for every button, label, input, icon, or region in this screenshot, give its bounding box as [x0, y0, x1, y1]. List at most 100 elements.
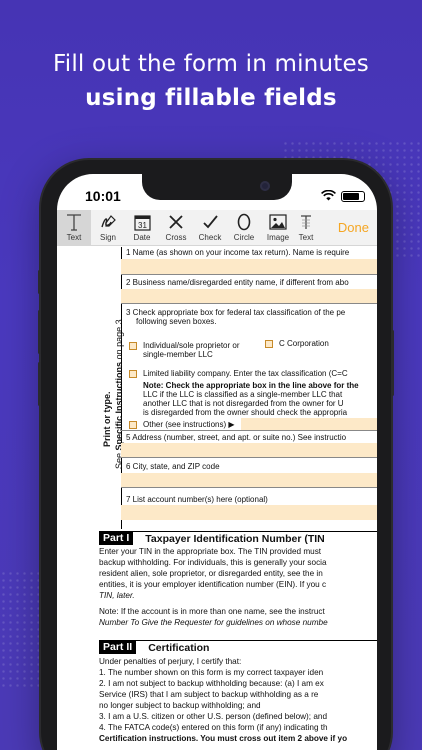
field-row-1: 1 Name (as shown on your income tax retu… [121, 247, 377, 275]
phone-screen: 10:01 Text Sign 31 Date Cross Check Circ… [57, 174, 377, 750]
field-row-7: 7 List account number(s) here (optional) [121, 488, 377, 521]
part-1-note-line: Note: If the account is in more than one… [99, 607, 325, 616]
part-2-line: no longer subject to backup withholding;… [99, 701, 261, 710]
field-row-2: 2 Business name/disregarded entity name,… [121, 275, 377, 304]
headline-line-2: using fillable fields [85, 85, 337, 111]
part-2-tag: Part II [99, 641, 137, 654]
checkbox-llc[interactable] [129, 369, 137, 378]
part-1-note: Note: If the account is in more than one… [99, 606, 377, 628]
llc-note-text-1: Note: Check the appropriate box in the l… [143, 381, 359, 390]
done-button[interactable]: Done [330, 220, 377, 235]
battery-icon [341, 190, 365, 202]
tool-label: Sign [99, 233, 116, 242]
headline-line-1: Fill out the form in minutes [53, 51, 369, 77]
checkbox-ccorp-row: C Corporation [265, 339, 329, 348]
text-format-icon [299, 212, 313, 232]
tool-label: Check [198, 233, 222, 242]
field-row-5: 5 Address (number, street, and apt. or s… [121, 431, 377, 458]
side-text-print: Print or type. [102, 391, 112, 447]
name-input[interactable] [121, 259, 377, 274]
w9-form-document: Print or type. See Specific Instructions… [57, 247, 377, 750]
mute-switch [38, 270, 41, 294]
field-label-name: 1 Name (as shown on your income tax retu… [126, 248, 350, 257]
calendar-day: 31 [138, 221, 147, 230]
llc-note-line-3: another LLC that is not disregarded from… [143, 399, 344, 408]
checkbox-individual-label-2: single-member LLC [143, 350, 213, 359]
part-2-line: Certification instructions. You must cro… [99, 734, 348, 743]
promo-headline: Fill out the form in minutes using filla… [0, 48, 422, 116]
check-icon [202, 212, 219, 232]
part-1-line: backup withholding. For individuals, thi… [99, 558, 327, 567]
city-state-zip-input[interactable] [121, 473, 377, 487]
part-1-line: Enter your TIN in the appropriate box. T… [99, 547, 322, 556]
other-input[interactable] [241, 418, 377, 430]
field-row-6: 6 City, state, and ZIP code [121, 458, 377, 488]
part-2-line: 2. I am not subject to backup withholdin… [99, 679, 324, 688]
part-2-line: 3. I am a U.S. citizen or other U.S. per… [99, 712, 327, 721]
part-1-note-line: Number To Give the Requester for guideli… [99, 618, 328, 627]
text-icon [66, 212, 82, 232]
part-1-line: resident alien, sole proprietor, or disr… [99, 569, 323, 578]
tool-label: Circle [233, 233, 255, 242]
part-2-text: Under penalties of perjury, I certify th… [99, 656, 377, 744]
checkbox-llc-label: Limited liability company. Enter the tax… [143, 369, 348, 378]
tool-label: Text [66, 233, 82, 242]
tool-label: Text [298, 233, 314, 242]
tool-text[interactable]: Text [57, 210, 91, 245]
part-2-title: Certification [148, 641, 210, 654]
circle-icon [237, 212, 251, 232]
phone-frame: 10:01 Text Sign 31 Date Cross Check Circ… [38, 160, 394, 750]
llc-note-line-4: is disregarded from the owner should che… [143, 408, 348, 417]
llc-note-line-1: Note: Check the appropriate box in the l… [143, 381, 359, 390]
volume-up-button [38, 310, 41, 354]
part-1-text: Enter your TIN in the appropriate box. T… [99, 546, 377, 601]
annotation-toolbar: Text Sign 31 Date Cross Check Circle Ima… [57, 210, 377, 246]
tool-label: Cross [165, 233, 187, 242]
checkbox-other[interactable] [129, 420, 137, 429]
checkbox-individual-row: Individual/sole proprietor or [129, 341, 240, 350]
checkbox-individual[interactable] [129, 341, 137, 350]
tool-check[interactable]: Check [193, 210, 227, 245]
field-label-account: 7 List account number(s) here (optional) [126, 495, 268, 504]
checkbox-ccorp-label: C Corporation [279, 339, 329, 348]
account-number-input[interactable] [121, 505, 377, 520]
part-2-line: Under penalties of perjury, I certify th… [99, 657, 242, 666]
part-1-title: Taxpayer Identification Number (TIN [145, 532, 325, 545]
field-label-business: 2 Business name/disregarded entity name,… [126, 278, 349, 287]
field-label-address: 5 Address (number, street, and apt. or s… [126, 433, 347, 442]
cross-icon [168, 212, 184, 232]
volume-down-button [38, 362, 41, 406]
part-1-tag: Part I [99, 532, 134, 545]
field-label-classification: 3 Check appropriate box for federal tax … [126, 308, 346, 317]
side-instruction-1: Print or type. [101, 247, 113, 447]
part-1-line: TIN, later. [99, 591, 135, 600]
checkbox-llc-row: Limited liability company. Enter the tax… [129, 369, 348, 378]
part-2-header: Part II Certification [99, 640, 377, 654]
address-input[interactable] [121, 443, 377, 457]
tool-date[interactable]: 31 Date [125, 210, 159, 245]
calendar-icon: 31 [133, 212, 151, 232]
checkbox-other-label: Other (see instructions) ▶ [143, 420, 235, 429]
sign-icon [99, 212, 117, 232]
tool-cross[interactable]: Cross [159, 210, 193, 245]
notch [142, 174, 292, 200]
checkbox-other-row: Other (see instructions) ▶ [129, 420, 235, 429]
tool-image[interactable]: Image [261, 210, 295, 245]
wifi-icon [321, 188, 336, 204]
part-1-header: Part I Taxpayer Identification Number (T… [99, 531, 377, 545]
tool-label: Date [133, 233, 151, 242]
tool-text-format[interactable]: Text [295, 210, 317, 245]
power-button [391, 330, 394, 396]
business-name-input[interactable] [121, 289, 377, 303]
front-camera [260, 181, 270, 191]
status-time: 10:01 [85, 188, 121, 204]
image-icon [269, 212, 287, 232]
checkbox-individual-label: Individual/sole proprietor or [143, 341, 240, 350]
llc-note-line-2: LLC if the LLC is classified as a single… [143, 390, 343, 399]
part-1-line: entities, it is your employer identifica… [99, 580, 327, 589]
field-label-city: 6 City, state, and ZIP code [126, 462, 220, 471]
tool-circle[interactable]: Circle [227, 210, 261, 245]
part-2-line: 1. The number shown on this form is my c… [99, 668, 324, 677]
tool-sign[interactable]: Sign [91, 210, 125, 245]
checkbox-ccorp[interactable] [265, 339, 273, 348]
